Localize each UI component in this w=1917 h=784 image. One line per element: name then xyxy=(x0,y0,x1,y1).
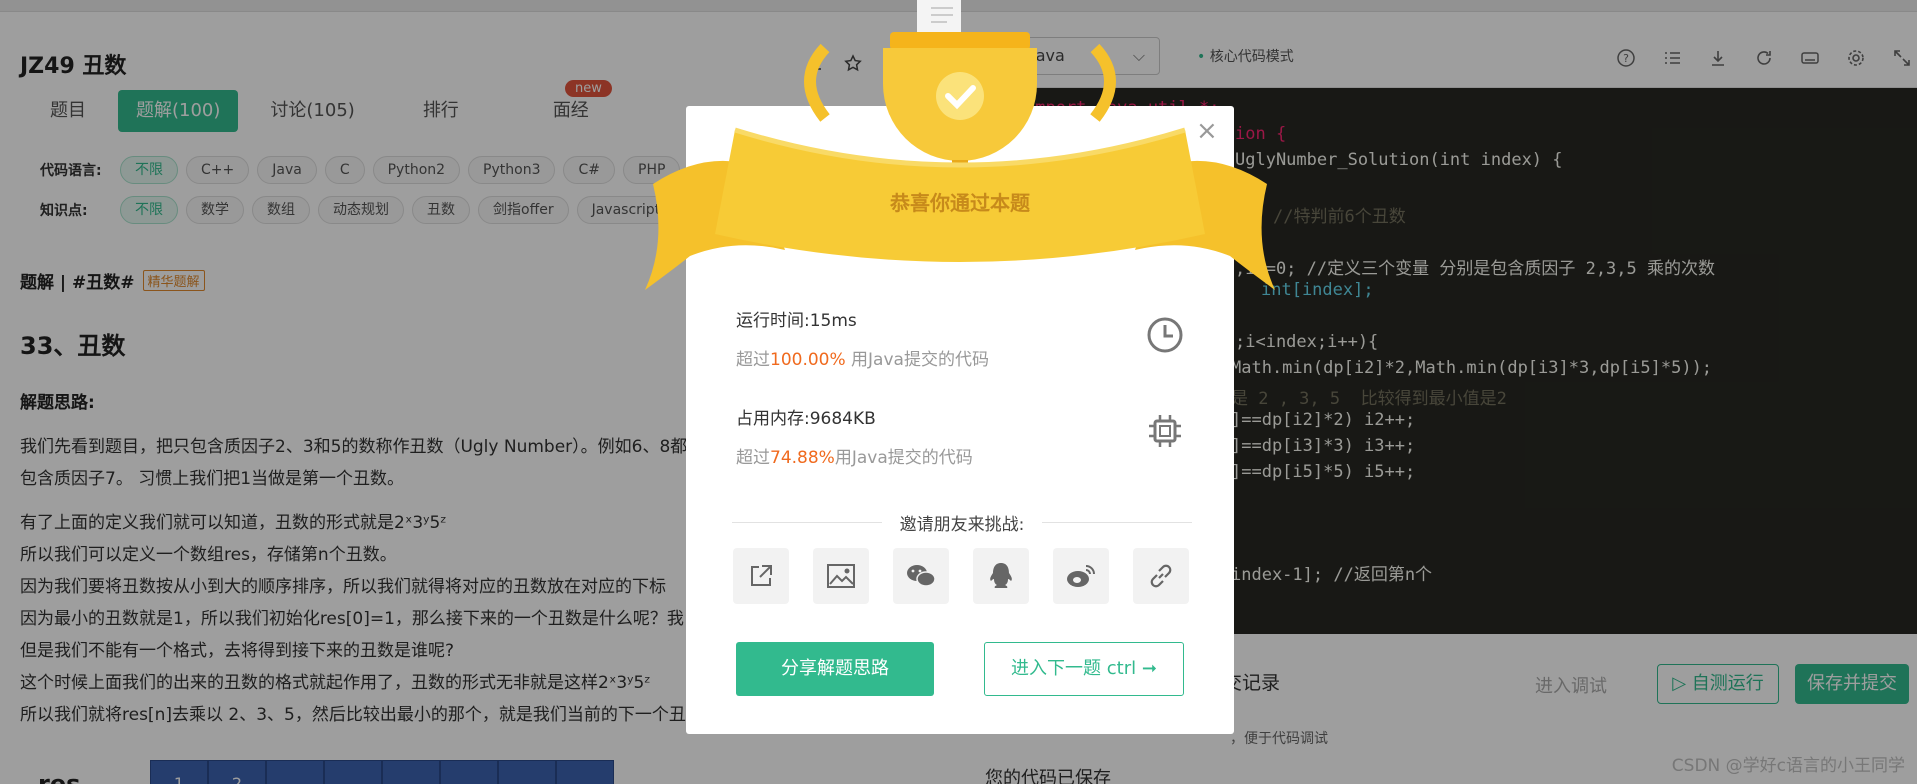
watermark: CSDN @学好c语言的小王同学 xyxy=(1671,756,1905,776)
invite-text: 邀请朋友来挑战: xyxy=(732,510,1192,535)
runtime-suffix: 用Java提交的代码 xyxy=(845,350,989,370)
close-icon[interactable]: × xyxy=(1196,116,1218,146)
chip-icon xyxy=(1146,412,1184,454)
memory-prefix: 超过 xyxy=(736,448,770,468)
arrow-right-icon: ➞ xyxy=(1141,658,1157,679)
congrats-text: 恭喜你通过本题 xyxy=(889,191,1031,215)
clock-icon xyxy=(1146,316,1184,358)
runtime-rank: 超过100.00% 用Java提交的代码 xyxy=(736,345,989,370)
runtime-prefix: 超过 xyxy=(736,350,770,370)
memory-suffix: 用Java提交的代码 xyxy=(834,448,973,468)
memory-label: 占用内存:9684KB xyxy=(736,409,876,429)
external-link-icon[interactable] xyxy=(733,548,789,604)
qq-icon[interactable] xyxy=(973,548,1029,604)
next-problem-label: 进入下一题 ctrl xyxy=(1011,658,1137,679)
wechat-icon[interactable] xyxy=(893,548,949,604)
trophy-paper xyxy=(917,0,961,34)
next-problem-button[interactable]: 进入下一题 ctrl ➞ xyxy=(984,642,1184,696)
memory-percent: 74.88% xyxy=(770,448,835,468)
image-icon[interactable] xyxy=(813,548,869,604)
runtime-percent: 100.00% xyxy=(770,350,846,370)
link-icon[interactable] xyxy=(1133,548,1189,604)
share-solution-button[interactable]: 分享解题思路 xyxy=(736,642,934,696)
memory-stat: 占用内存:9684KB 超过74.88%用Java提交的代码 xyxy=(736,404,973,468)
weibo-icon[interactable] xyxy=(1053,548,1109,604)
share-icons xyxy=(733,548,1189,604)
trophy-ribbon: 恭喜你通过本题 xyxy=(645,0,1275,290)
memory-rank: 超过74.88%用Java提交的代码 xyxy=(736,443,973,468)
